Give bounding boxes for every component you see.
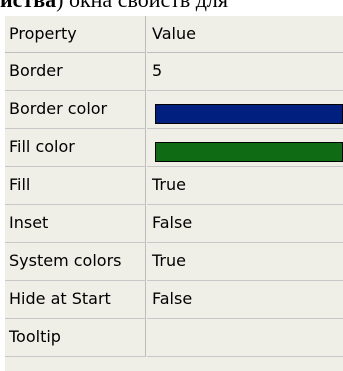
property-value[interactable]: [147, 319, 343, 357]
property-value[interactable]: False: [147, 281, 343, 319]
property-row-border[interactable]: Border 5: [5, 53, 343, 91]
property-row-system-colors[interactable]: System colors True: [5, 243, 343, 281]
column-header-value[interactable]: Value: [147, 16, 343, 53]
property-row-hide-at-start[interactable]: Hide at Start False: [5, 281, 343, 319]
property-value[interactable]: True: [147, 243, 343, 281]
property-row-inset[interactable]: Inset False: [5, 205, 343, 243]
property-row-fill[interactable]: Fill True: [5, 167, 343, 205]
property-value[interactable]: False: [147, 205, 343, 243]
property-row-border-color[interactable]: Border color: [5, 91, 343, 129]
property-name: Fill color: [5, 129, 146, 167]
grid-header: Property Value: [5, 16, 343, 53]
property-value[interactable]: True: [147, 167, 343, 205]
caption-text: ) окна свойств для: [56, 0, 228, 12]
color-swatch[interactable]: [155, 104, 343, 124]
caption-bold-text: иства: [0, 0, 56, 12]
column-header-property[interactable]: Property: [5, 16, 146, 53]
document-caption: иства) окна свойств для: [0, 0, 343, 12]
property-grid: Property Value Border 5 Border color Fil…: [5, 16, 343, 371]
property-name: System colors: [5, 243, 146, 281]
property-value[interactable]: [147, 129, 343, 167]
property-name: Hide at Start: [5, 281, 146, 319]
property-row-fill-color[interactable]: Fill color: [5, 129, 343, 167]
color-swatch[interactable]: [155, 142, 343, 162]
property-value[interactable]: 5: [147, 53, 343, 91]
property-name: Border: [5, 53, 146, 91]
property-name: Tooltip: [5, 319, 146, 357]
property-value[interactable]: [147, 91, 343, 129]
property-name: Fill: [5, 167, 146, 205]
property-name: Border color: [5, 91, 146, 129]
property-row-tooltip[interactable]: Tooltip: [5, 319, 343, 357]
property-name: Inset: [5, 205, 146, 243]
